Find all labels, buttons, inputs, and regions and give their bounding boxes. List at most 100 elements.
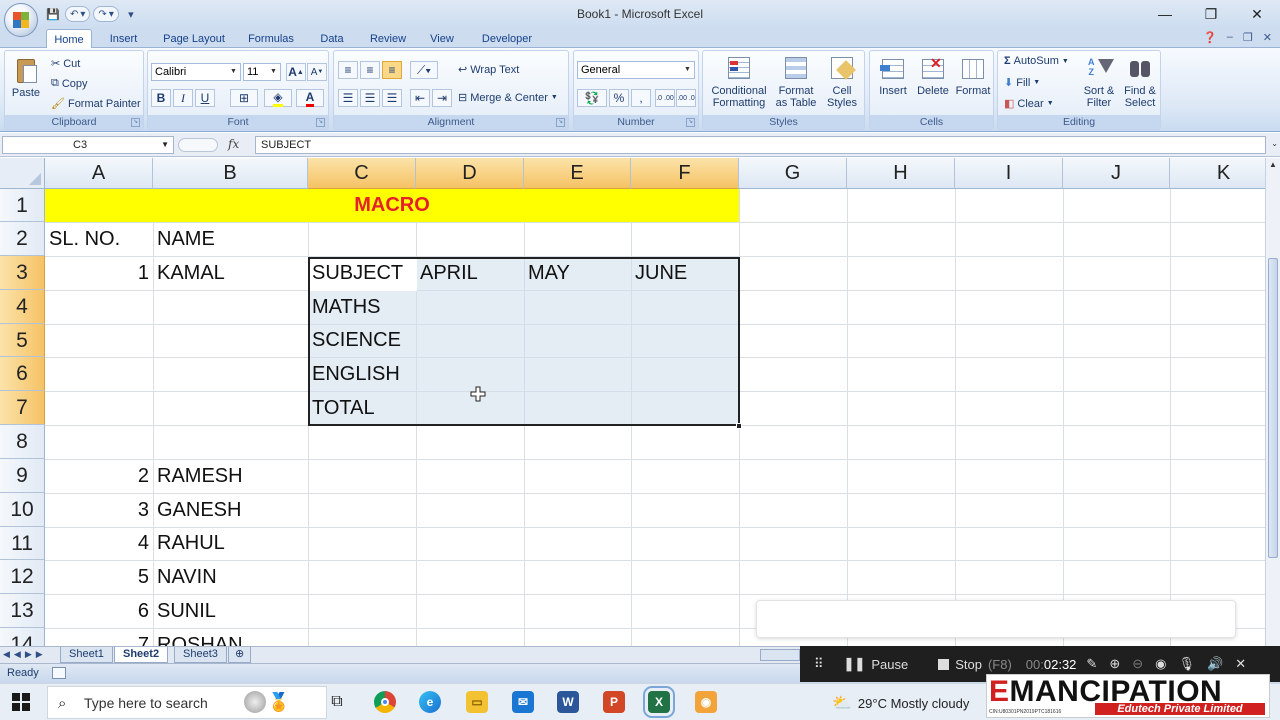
excel-icon[interactable]: X — [643, 686, 675, 718]
cell-b11[interactable]: RAHUL — [153, 527, 308, 560]
tab-home[interactable]: Home — [46, 29, 92, 49]
tab-page-layout[interactable]: Page Layout — [156, 29, 232, 48]
autosum-button[interactable]: Σ AutoSum ▼ — [1004, 55, 1069, 67]
stop-button[interactable]: Stop (F8) — [938, 657, 1012, 672]
insert-sheet-icon[interactable]: ⊕ — [228, 647, 252, 663]
conditional-formatting-button[interactable]: Conditional Formatting — [705, 55, 773, 109]
ribbon-restore-icon[interactable]: ❐ — [1243, 31, 1253, 44]
column-header-i[interactable]: I — [955, 158, 1063, 189]
edge-icon[interactable]: e — [419, 691, 441, 713]
italic-button[interactable]: I — [173, 89, 193, 107]
pause-button[interactable]: ❚❚ Pause — [844, 656, 909, 672]
row-header-7[interactable]: 7 — [0, 391, 45, 425]
webcam-icon[interactable]: ◉ — [1155, 656, 1166, 672]
vertical-scrollbar[interactable]: ▲ — [1265, 158, 1280, 646]
tab-developer[interactable]: Developer — [474, 29, 540, 48]
cell-a9[interactable]: 2 — [45, 459, 153, 493]
horizontal-scrollbar[interactable] — [760, 649, 800, 661]
restore-button[interactable]: ❐ — [1188, 0, 1234, 28]
help-icon[interactable]: ❓ — [1203, 31, 1217, 44]
cell-a11[interactable]: 4 — [45, 527, 153, 560]
tab-view[interactable]: View — [422, 29, 462, 48]
column-header-b[interactable]: B — [153, 158, 308, 189]
currency-button[interactable]: 💱 — [577, 89, 607, 107]
borders-button[interactable]: ⊞ — [230, 89, 258, 107]
fill-handle[interactable] — [736, 423, 742, 429]
office-button[interactable] — [4, 3, 38, 37]
merge-center-button[interactable]: ⊟ Merge & Center ▼ — [458, 91, 558, 105]
cell-b9[interactable]: RAMESH — [153, 459, 308, 493]
cell-f3[interactable]: JUNE — [631, 256, 739, 290]
cell-a2[interactable]: SL. NO. — [45, 222, 153, 256]
scroll-thumb[interactable] — [1268, 258, 1278, 558]
dialog-launcher-icon[interactable]: ↘ — [686, 118, 695, 127]
zoom-in-icon[interactable]: ⊕ — [1109, 656, 1120, 672]
ribbon-close-icon[interactable]: ✕ — [1263, 31, 1272, 44]
cell-b14[interactable]: ROSHAN — [153, 628, 308, 646]
increase-decimal-button[interactable]: .0 .00 — [655, 89, 675, 107]
cell-a10[interactable]: 3 — [45, 493, 153, 527]
fill-button[interactable]: ⬇ Fill ▼ — [1004, 76, 1040, 90]
fill-color-button[interactable]: ◈ — [264, 89, 292, 107]
cell-a3[interactable]: 1 — [45, 256, 153, 290]
format-as-table-button[interactable]: Format as Table — [773, 55, 819, 109]
cell-b10[interactable]: GANESH — [153, 493, 308, 527]
shrink-font-button[interactable]: A ▼ — [307, 63, 327, 81]
insert-function-button[interactable]: fx — [228, 137, 239, 151]
wrap-text-button[interactable]: ↩ Wrap Text — [458, 63, 519, 77]
row-header-9[interactable]: 9 — [0, 459, 45, 493]
drag-handle-icon[interactable]: ⠿ — [814, 656, 824, 672]
row-header-12[interactable]: 12 — [0, 560, 45, 594]
close-recorder-icon[interactable]: ✕ — [1235, 656, 1246, 672]
mail-icon[interactable]: ✉ — [512, 691, 534, 713]
worksheet-grid[interactable]: A B C D E F G H I J K 1 2 3 4 5 6 7 8 9 … — [0, 158, 1265, 646]
ribbon-minimize-icon[interactable]: – — [1227, 31, 1233, 44]
format-cells-button[interactable]: Format — [954, 55, 992, 97]
column-header-h[interactable]: H — [847, 158, 955, 189]
cell-c3[interactable]: SUBJECT — [308, 256, 416, 290]
pen-icon[interactable]: ✎ — [1086, 656, 1097, 672]
close-button[interactable]: ✕ — [1234, 0, 1280, 28]
row-header-11[interactable]: 11 — [0, 527, 45, 560]
scroll-up-icon[interactable]: ▲ — [1266, 158, 1280, 172]
zoom-out-icon[interactable]: ⊖ — [1132, 656, 1143, 672]
insert-cells-button[interactable]: Insert — [874, 55, 912, 97]
name-box[interactable]: C3 ▼ — [2, 136, 174, 154]
macro-record-icon[interactable] — [52, 667, 66, 679]
powerpoint-icon[interactable]: P — [603, 691, 625, 713]
column-header-f[interactable]: F — [631, 158, 739, 189]
column-header-j[interactable]: J — [1063, 158, 1170, 189]
dialog-launcher-icon[interactable]: ↘ — [131, 118, 140, 127]
align-middle-icon[interactable]: ≡ — [360, 61, 380, 79]
decrease-decimal-button[interactable]: .00 .0 — [676, 89, 696, 107]
file-explorer-icon[interactable]: ▭ — [466, 691, 488, 713]
row-header-8[interactable]: 8 — [0, 425, 45, 459]
align-top-icon[interactable]: ≡ — [338, 61, 358, 79]
clear-button[interactable]: ◧ Clear ▼ — [1004, 97, 1054, 111]
tab-review[interactable]: Review — [362, 29, 414, 48]
cell-b12[interactable]: NAVIN — [153, 560, 308, 594]
cell-a13[interactable]: 6 — [45, 594, 153, 628]
underline-button[interactable]: U — [195, 89, 215, 107]
font-color-button[interactable]: A — [296, 89, 324, 107]
sheet-navigation-icon[interactable]: ◀◀▶▶ — [3, 649, 47, 660]
number-format-combo[interactable]: General ▼ — [577, 61, 695, 79]
format-painter-button[interactable]: 🖌 Format Painter — [51, 97, 141, 111]
word-icon[interactable]: W — [557, 691, 579, 713]
row-header-14[interactable]: 14 — [0, 628, 45, 646]
row-header-4[interactable]: 4 — [0, 290, 45, 324]
column-header-k[interactable]: K — [1170, 158, 1265, 189]
percent-button[interactable]: % — [609, 89, 629, 107]
orientation-icon[interactable]: ⟋▾ — [410, 61, 438, 79]
paste-button[interactable]: Paste — [9, 57, 43, 99]
formula-input[interactable]: SUBJECT — [255, 136, 1266, 154]
formula-bar-handle[interactable] — [178, 138, 218, 152]
expand-formula-bar-icon[interactable]: ⌄ — [1271, 139, 1278, 148]
sheet-tab-sheet2[interactable]: Sheet2 — [114, 647, 169, 663]
column-header-d[interactable]: D — [416, 158, 524, 189]
comma-button[interactable]: , — [631, 89, 651, 107]
sheet-title-cell[interactable]: MACRO — [45, 189, 739, 222]
tab-data[interactable]: Data — [312, 29, 352, 48]
recorder-app-icon[interactable]: ◉ — [695, 691, 717, 713]
weather-widget[interactable]: ⛅ 29°C Mostly cloudy — [832, 693, 969, 713]
